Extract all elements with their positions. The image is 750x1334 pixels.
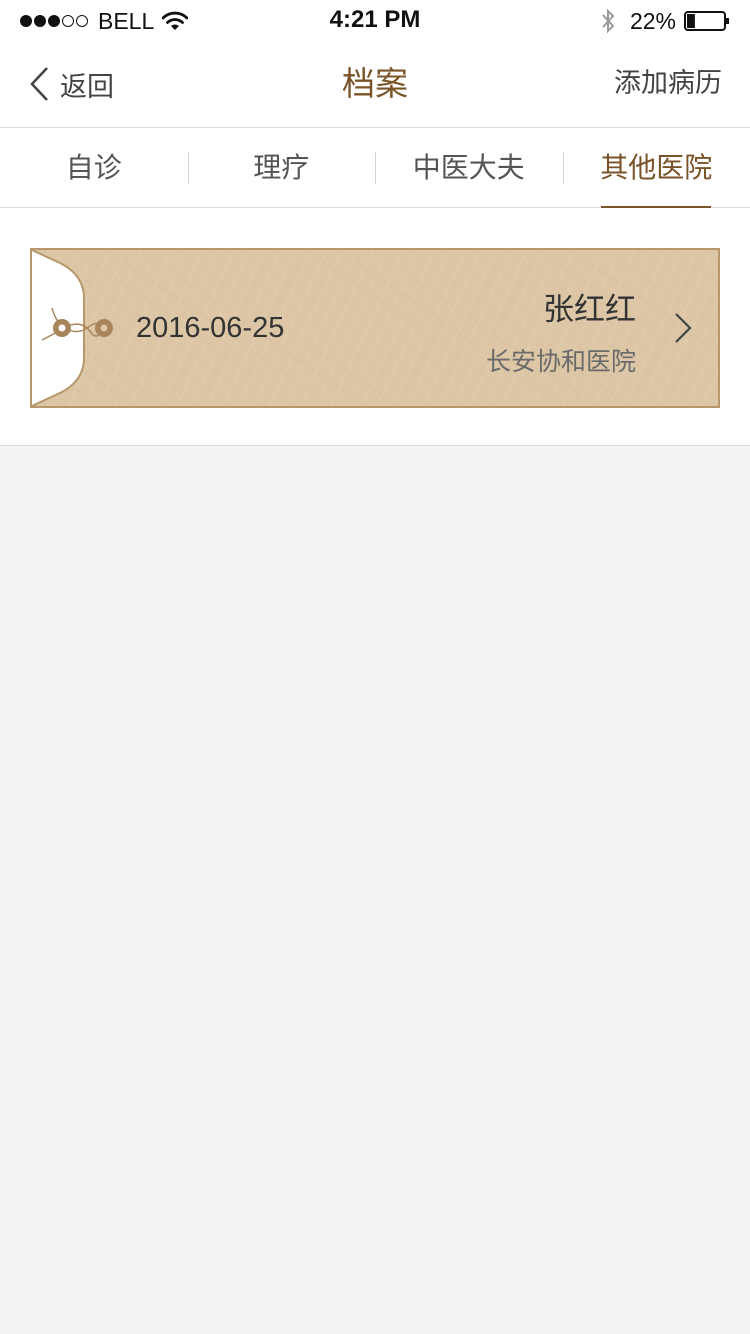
category-tabs: 自诊 理疗 中医大夫 其他医院 [0,128,750,209]
tab-label: 其他医院 [600,151,713,184]
tab-label: 自诊 [65,151,122,184]
tab-tcm-doctor[interactable]: 中医大夫 [375,128,563,208]
chevron-left-icon [30,67,48,101]
battery-percentage: 22% [629,7,676,34]
tab-label: 理疗 [253,151,310,184]
bluetooth-icon [602,8,615,34]
record-card[interactable]: 2016-06-25 张红红 长安协和医院 [30,248,720,408]
navigation-bar: 返回 档案 添加病历 [0,40,750,128]
tab-self-diagnosis[interactable]: 自诊 [0,128,188,208]
status-right: 22% [600,8,730,34]
patient-name: 张红红 [543,292,636,328]
chevron-right-icon [675,313,692,343]
record-date: 2016-06-25 [136,312,285,344]
hospital-name: 长安协和医院 [485,347,636,376]
tab-physiotherapy[interactable]: 理疗 [187,128,376,208]
back-button[interactable]: 返回 [28,40,114,128]
records-list: 2016-06-25 张红红 长安协和医院 [0,208,750,446]
back-label: 返回 [60,71,114,103]
battery-icon [684,11,729,31]
tab-other-hospitals[interactable]: 其他医院 [562,128,750,209]
status-bar: BELL 4:21 PM 22% [0,0,750,40]
add-record-button[interactable]: 添加病历 [614,40,722,128]
tab-label: 中医大夫 [412,151,525,184]
envelope-flap-icon [32,250,113,406]
